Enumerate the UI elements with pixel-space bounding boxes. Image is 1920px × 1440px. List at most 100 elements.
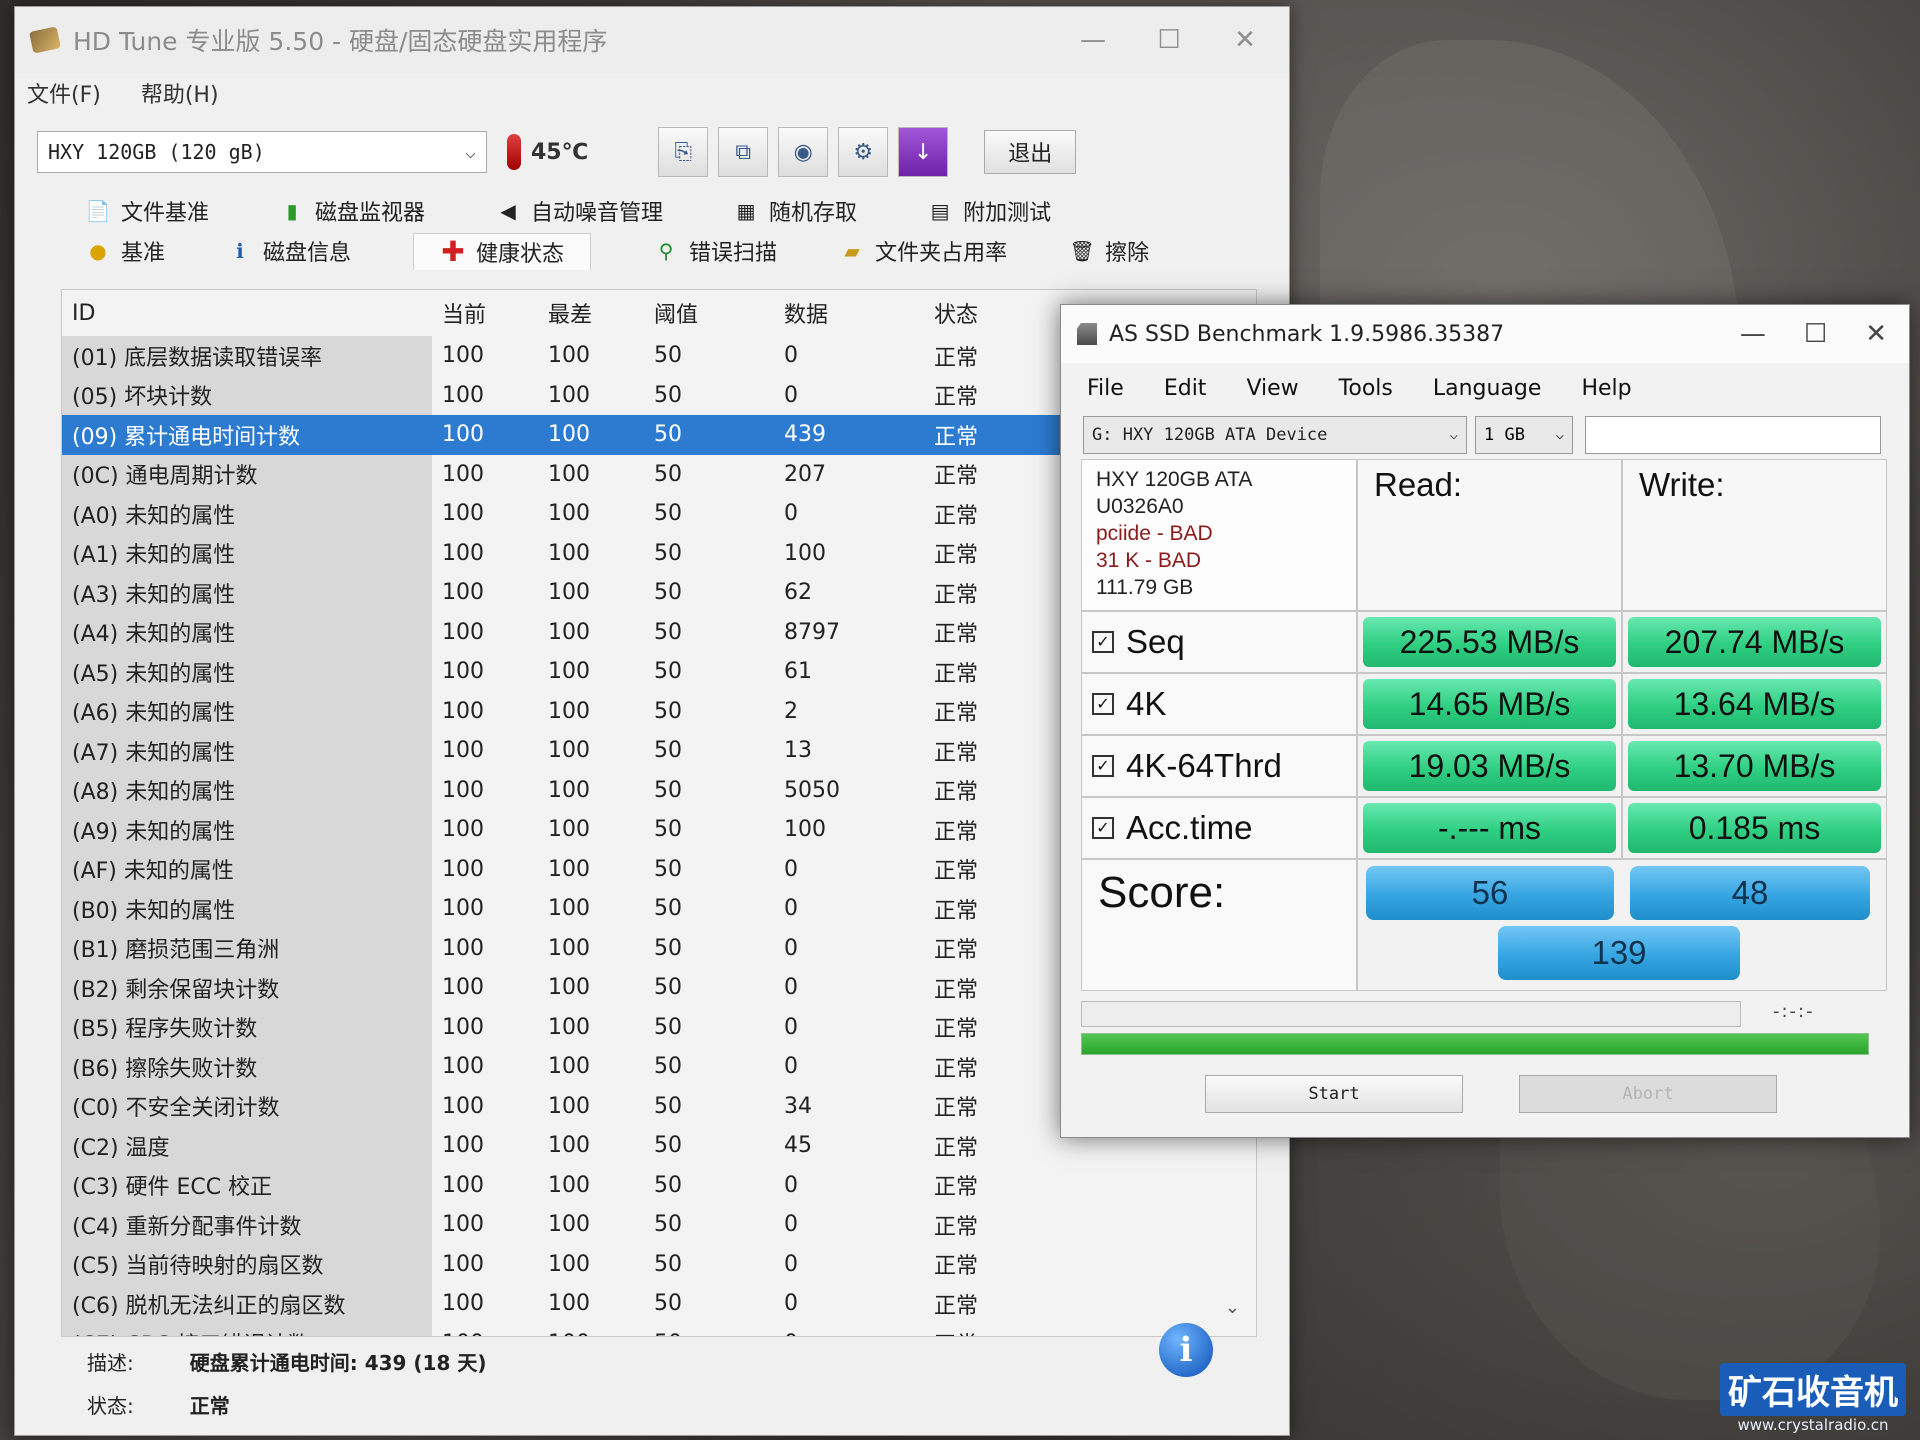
table-row[interactable]: (C4) 重新分配事件计数 100 100 50 0 正常 bbox=[62, 1205, 1256, 1245]
score-section: Score: 56 48 139 bbox=[1081, 859, 1887, 991]
cell-id: (C5) 当前待映射的扇区数 bbox=[62, 1244, 432, 1284]
cell-threshold: 50 bbox=[654, 698, 682, 724]
minimize-button[interactable]: — bbox=[1740, 319, 1766, 349]
tab-file-benchmark[interactable]: 📄 文件基准 bbox=[85, 195, 209, 227]
close-button[interactable]: ✕ bbox=[1865, 319, 1887, 349]
menu-file[interactable]: 文件(F) bbox=[27, 77, 101, 109]
file-benchmark-icon: 📄 bbox=[85, 199, 111, 223]
options-button[interactable]: ⚙ bbox=[838, 127, 889, 177]
test-label[interactable]: ✓ 4K bbox=[1081, 673, 1357, 735]
test-row-seq: ✓ Seq 225.53 MB/s 207.74 MB/s bbox=[1081, 611, 1887, 673]
test-row-4k-64thrd: ✓ 4K-64Thrd 19.03 MB/s 13.70 MB/s bbox=[1081, 735, 1887, 797]
tab-extra-tests[interactable]: ▤ 附加测试 bbox=[927, 195, 1051, 227]
exit-button[interactable]: 退出 bbox=[984, 130, 1077, 174]
menu-language[interactable]: Language bbox=[1433, 376, 1542, 401]
copy-text-button[interactable]: ⎘ bbox=[658, 127, 709, 177]
cell-threshold: 50 bbox=[654, 975, 682, 1001]
maximize-button[interactable]: ☐ bbox=[1149, 25, 1189, 55]
asssd-size-value: 1 GB bbox=[1484, 425, 1525, 445]
cell-current: 100 bbox=[442, 343, 484, 369]
description-label: 描述: bbox=[87, 1351, 134, 1375]
minimize-button[interactable]: — bbox=[1073, 25, 1113, 55]
copy-all-button[interactable]: ⧉ bbox=[718, 127, 769, 177]
cell-data: 0 bbox=[784, 896, 798, 922]
hdtune-app-icon bbox=[29, 26, 61, 54]
driver-status: pciide - BAD bbox=[1096, 522, 1213, 545]
test-label[interactable]: ✓ Seq bbox=[1081, 611, 1357, 673]
score-area: 56 48 139 bbox=[1357, 859, 1887, 991]
menu-edit[interactable]: Edit bbox=[1164, 376, 1207, 401]
total-progress-fill bbox=[1082, 1034, 1868, 1054]
read-result: 225.53 MB/s bbox=[1363, 617, 1616, 667]
col-header-worst[interactable]: 最差 bbox=[538, 290, 644, 336]
tab-aam[interactable]: ◀ 自动噪音管理 bbox=[495, 195, 663, 227]
hdtune-toolbar: HXY 120GB (120 gB) ⌵ 45℃ ⎘ ⧉ ◉ ⚙ ↓ 退出 bbox=[15, 113, 1289, 191]
col-header-threshold[interactable]: 阈值 bbox=[644, 290, 774, 336]
cell-threshold: 50 bbox=[654, 343, 682, 369]
test-label[interactable]: ✓ Acc.time bbox=[1081, 797, 1357, 859]
menu-file[interactable]: File bbox=[1087, 376, 1124, 401]
cell-data: 0 bbox=[784, 1251, 798, 1277]
cell-worst: 100 bbox=[548, 896, 590, 922]
checkbox-icon[interactable]: ✓ bbox=[1092, 693, 1114, 715]
table-row[interactable]: (C6) 脱机无法纠正的扇区数 100 100 50 0 正常 bbox=[62, 1284, 1256, 1324]
scroll-down-icon[interactable]: ⌄ bbox=[1225, 1297, 1240, 1318]
col-header-id[interactable]: ID bbox=[62, 290, 432, 336]
cell-current: 100 bbox=[442, 1054, 484, 1080]
asssd-size-select[interactable]: 1 GB ⌵ bbox=[1475, 416, 1573, 454]
about-info-icon[interactable]: i bbox=[1159, 1323, 1213, 1377]
drive-select[interactable]: HXY 120GB (120 gB) ⌵ bbox=[37, 131, 487, 173]
tab-random-access[interactable]: ▦ 随机存取 bbox=[733, 195, 857, 227]
menu-help[interactable]: 帮助(H) bbox=[141, 77, 219, 109]
cell-threshold: 50 bbox=[654, 540, 682, 566]
screenshot-button[interactable]: ◉ bbox=[778, 127, 829, 177]
table-row[interactable]: (C3) 硬件 ECC 校正 100 100 50 0 正常 bbox=[62, 1165, 1256, 1205]
asssd-results-grid: HXY 120GB ATA U0326A0 pciide - BAD 31 K … bbox=[1081, 459, 1887, 991]
cell-threshold: 50 bbox=[654, 1093, 682, 1119]
cell-threshold: 50 bbox=[654, 461, 682, 487]
cell-id: (A7) 未知的属性 bbox=[62, 731, 432, 771]
cell-threshold: 50 bbox=[654, 896, 682, 922]
cell-data: 34 bbox=[784, 1093, 812, 1119]
save-button[interactable]: ↓ bbox=[898, 127, 949, 177]
watermark-url: www.crystalradio.cn bbox=[1737, 1416, 1889, 1434]
checkbox-icon[interactable]: ✓ bbox=[1092, 631, 1114, 653]
chevron-down-icon: ⌵ bbox=[465, 141, 476, 163]
menu-view[interactable]: View bbox=[1246, 376, 1298, 401]
asssd-window: AS SSD Benchmark 1.9.5986.35387 — ☐ ✕ Fi… bbox=[1060, 304, 1910, 1138]
tab-health[interactable]: ✚ 健康状态 bbox=[413, 232, 592, 270]
tab-folder-usage[interactable]: ▰ 文件夹占用率 bbox=[839, 235, 1007, 267]
col-header-current[interactable]: 当前 bbox=[432, 290, 538, 336]
maximize-button[interactable]: ☐ bbox=[1804, 319, 1827, 349]
cell-current: 100 bbox=[442, 461, 484, 487]
tab-erase[interactable]: 🗑 擦除 bbox=[1069, 235, 1149, 267]
start-button[interactable]: Start bbox=[1205, 1075, 1463, 1113]
tab-disk-monitor[interactable]: ▮ 磁盘监视器 bbox=[279, 195, 426, 227]
tab-benchmark[interactable]: ● 基准 bbox=[85, 235, 165, 267]
checkbox-icon[interactable]: ✓ bbox=[1092, 817, 1114, 839]
cell-data: 0 bbox=[784, 935, 798, 961]
cell-id: (09) 累计通电时间计数 bbox=[62, 415, 432, 455]
write-result: 0.185 ms bbox=[1628, 803, 1881, 853]
close-button[interactable]: ✕ bbox=[1225, 25, 1265, 55]
cell-data: 0 bbox=[784, 1054, 798, 1080]
abort-button[interactable]: Abort bbox=[1519, 1075, 1777, 1113]
table-row[interactable]: (C7) CRC 接口错误计数100100500正常 bbox=[62, 1323, 1256, 1336]
asssd-drive-select[interactable]: G: HXY 120GB ATA Device ⌵ bbox=[1083, 416, 1467, 454]
col-header-data[interactable]: 数据 bbox=[774, 290, 924, 336]
cell-worst: 100 bbox=[548, 343, 590, 369]
asssd-title: AS SSD Benchmark 1.9.5986.35387 bbox=[1109, 321, 1505, 347]
tab-label: 文件基准 bbox=[121, 201, 210, 226]
noise-icon: ◀ bbox=[500, 199, 516, 223]
asssd-select-row: G: HXY 120GB ATA Device ⌵ 1 GB ⌵ bbox=[1061, 413, 1909, 457]
tab-error-scan[interactable]: ⚲ 错误扫描 bbox=[653, 235, 777, 267]
table-row[interactable]: (C5) 当前待映射的扇区数 100 100 50 0 正常 bbox=[62, 1244, 1256, 1284]
hdtune-titlebar: HD Tune 专业版 5.50 - 硬盘/固态硬盘实用程序 — ☐ ✕ bbox=[15, 7, 1289, 73]
menu-tools[interactable]: Tools bbox=[1339, 376, 1393, 401]
test-label[interactable]: ✓ 4K-64Thrd bbox=[1081, 735, 1357, 797]
menu-help[interactable]: Help bbox=[1581, 376, 1631, 401]
test-name: Acc.time bbox=[1126, 809, 1253, 846]
tab-disk-info[interactable]: ℹ 磁盘信息 bbox=[227, 235, 351, 267]
checkbox-icon[interactable]: ✓ bbox=[1092, 755, 1114, 777]
health-cross-icon: ✚ bbox=[441, 235, 465, 268]
